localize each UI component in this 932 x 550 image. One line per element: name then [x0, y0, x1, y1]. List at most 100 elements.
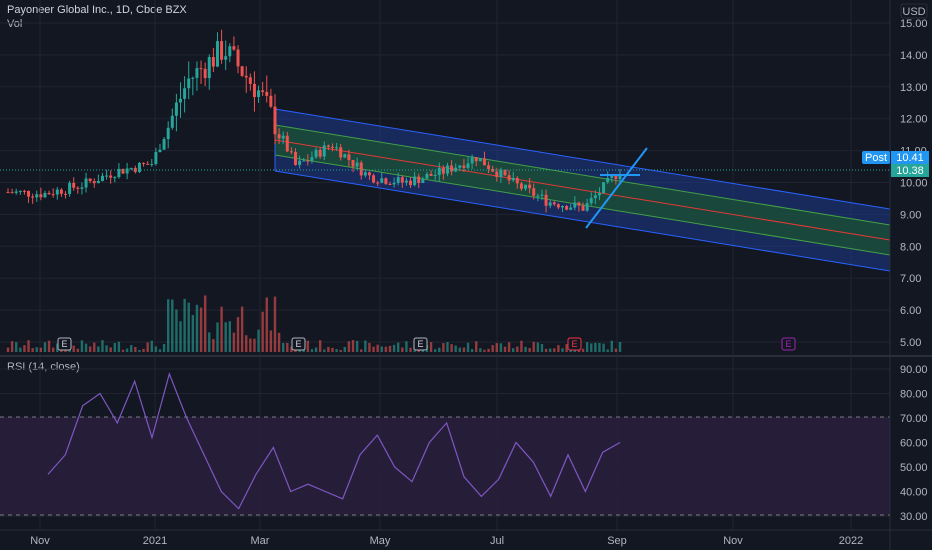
candle-body	[142, 162, 146, 164]
volume-bar	[368, 342, 371, 352]
volume-bar	[462, 347, 466, 352]
volume-bar	[458, 347, 462, 352]
candle-body	[261, 90, 265, 92]
candle-body	[59, 189, 63, 194]
volume-bar	[512, 348, 515, 352]
candle-body	[318, 149, 322, 157]
price-chart[interactable]: E E E E E 5.006.007.008.009.0010.0011.00…	[0, 0, 932, 550]
svg-text:10.38: 10.38	[896, 165, 924, 177]
volume-bar	[39, 347, 43, 352]
volume-bar	[15, 342, 18, 352]
volume-bar	[113, 343, 116, 352]
earnings-marker[interactable]: E	[567, 337, 582, 351]
candle-body	[96, 180, 100, 184]
candle-body	[47, 192, 51, 195]
volume-bar	[499, 343, 503, 352]
volume-bar	[166, 299, 170, 352]
earnings-marker[interactable]: E	[57, 337, 72, 351]
candle-body	[310, 157, 314, 161]
volume-bar	[372, 346, 375, 352]
candle-body	[462, 165, 466, 168]
currency-badge[interactable]: USD	[900, 3, 928, 19]
candle-body	[597, 193, 601, 196]
volume-bar	[454, 345, 457, 352]
candle-body	[125, 168, 129, 174]
volume-bar	[598, 342, 601, 352]
volume-bar	[528, 347, 531, 352]
candle-body	[84, 178, 88, 188]
candle-body	[540, 194, 544, 196]
rsi-tick-label: 60.00	[900, 438, 928, 450]
volume-bar	[232, 332, 236, 352]
rsi-tick-label: 40.00	[900, 487, 928, 499]
earnings-marker[interactable]: E	[291, 337, 306, 351]
candle-body	[548, 202, 552, 206]
svg-text:Post: Post	[865, 152, 887, 164]
earnings-marker[interactable]: E	[413, 337, 428, 351]
volume-bar	[520, 340, 523, 352]
candle-body	[384, 178, 388, 184]
candle-body	[380, 178, 384, 183]
candle-body	[269, 95, 273, 107]
volume-bar	[257, 329, 260, 352]
earnings-marker-upcoming[interactable]: E	[781, 337, 796, 351]
volume-bars	[6, 295, 622, 352]
candle-body	[552, 202, 556, 205]
volume-bar	[19, 347, 22, 352]
volume-bar	[594, 342, 597, 352]
volume-bar	[212, 339, 215, 352]
volume-bar	[80, 340, 84, 352]
volume-bar	[220, 306, 223, 352]
volume-bar	[6, 347, 10, 352]
candle-body	[404, 180, 408, 183]
volume-bar	[146, 342, 149, 352]
volume-bar	[323, 349, 326, 352]
volume-bar	[351, 340, 355, 352]
volume-bar	[548, 348, 552, 352]
candle-body	[51, 194, 55, 196]
price-tick-label: 5.00	[900, 337, 921, 349]
volume-bar	[249, 338, 252, 352]
volume-bar	[253, 338, 256, 352]
candle-body	[363, 172, 367, 176]
volume-bar	[442, 343, 445, 352]
volume-bar	[171, 299, 174, 352]
candle-body	[257, 90, 261, 97]
time-axis[interactable]: Nov 2021 Mar May Jul Sep Nov 2022	[30, 535, 863, 547]
svg-text:E: E	[295, 339, 301, 349]
candle-body	[129, 168, 133, 170]
volume-bar	[72, 345, 75, 352]
candle-body	[367, 172, 371, 176]
candle-body	[441, 167, 445, 174]
candle-body	[31, 196, 35, 198]
price-axis[interactable]: 5.006.007.008.009.0010.0011.0012.0013.00…	[900, 18, 928, 349]
time-tick-label: Jul	[490, 535, 504, 547]
candle-body	[166, 127, 170, 140]
volume-bar	[343, 346, 347, 352]
candle-body	[244, 75, 248, 78]
volume-bar	[125, 348, 129, 352]
volume-bar	[51, 347, 55, 352]
candle-body	[281, 135, 285, 139]
volume-bar	[314, 347, 318, 352]
candle-body	[511, 177, 515, 181]
candle-body	[224, 56, 228, 60]
rsi-axis[interactable]: 30.00 40.00 50.00 60.00 70.00 80.00 90.00	[900, 364, 928, 523]
price-tick-label: 10.00	[900, 178, 928, 190]
candle-body	[376, 182, 380, 184]
candle-body	[347, 154, 351, 160]
candle-body	[330, 146, 334, 148]
candle-body	[232, 46, 236, 50]
candle-body	[417, 176, 421, 184]
volume-bar	[433, 349, 437, 352]
candle-body	[179, 98, 183, 103]
candle-body	[392, 182, 396, 185]
volume-bar	[475, 341, 478, 352]
candle-body	[211, 57, 215, 67]
volume-bar	[585, 342, 589, 352]
volume-bar	[310, 349, 314, 352]
volume-bar	[286, 342, 289, 352]
candle-body	[248, 77, 252, 84]
rsi-pane[interactable]	[0, 371, 890, 516]
price-tick-label: 8.00	[900, 241, 921, 253]
